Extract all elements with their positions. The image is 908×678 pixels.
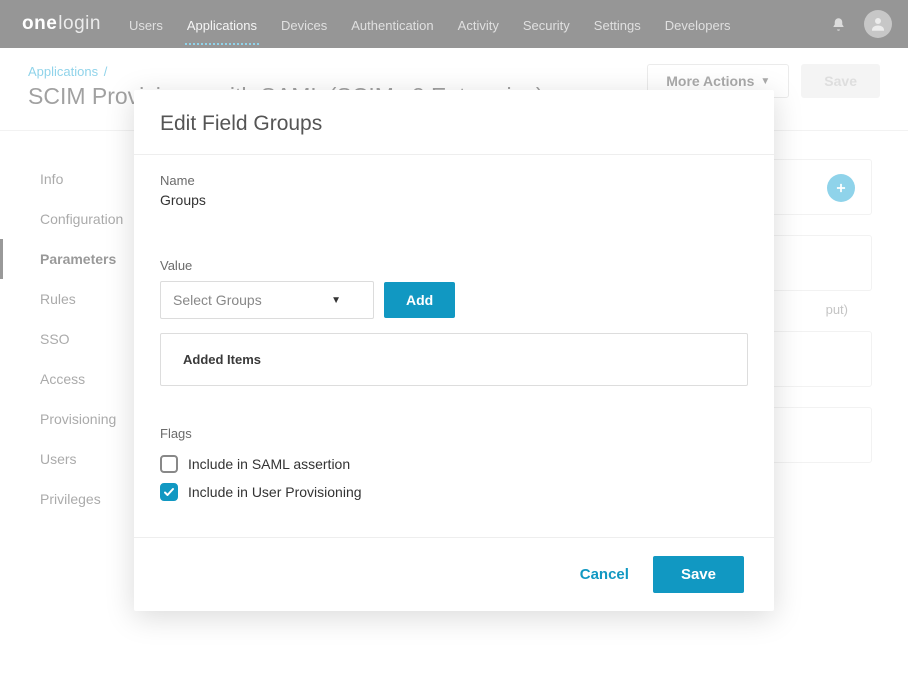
checkbox-provisioning[interactable]	[160, 483, 178, 501]
flags-label: Flags	[160, 426, 748, 441]
flag-prov-label: Include in User Provisioning	[188, 484, 362, 500]
flag-saml-label: Include in SAML assertion	[188, 456, 350, 472]
save-button[interactable]: Save	[653, 556, 744, 593]
cancel-button[interactable]: Cancel	[580, 566, 629, 583]
modal-body: Name Groups Value Select Groups ▼ Add Ad…	[134, 155, 774, 537]
modal-header: Edit Field Groups	[134, 90, 774, 155]
flag-prov-row[interactable]: Include in User Provisioning	[160, 483, 748, 501]
checkbox-saml[interactable]	[160, 455, 178, 473]
name-label: Name	[160, 173, 748, 188]
added-items: Added Items	[160, 333, 748, 386]
modal-footer: Cancel Save	[134, 537, 774, 611]
select-groups[interactable]: Select Groups ▼	[160, 281, 374, 319]
flag-saml-row[interactable]: Include in SAML assertion	[160, 455, 748, 473]
modal: Edit Field Groups Name Groups Value Sele…	[134, 90, 774, 611]
caret-down-icon: ▼	[331, 295, 341, 306]
modal-overlay: Edit Field Groups Name Groups Value Sele…	[0, 0, 908, 678]
added-items-title: Added Items	[183, 352, 261, 367]
modal-title: Edit Field Groups	[160, 112, 748, 136]
value-label: Value	[160, 258, 748, 273]
add-button-modal[interactable]: Add	[384, 282, 455, 318]
select-placeholder: Select Groups	[173, 292, 262, 308]
name-value: Groups	[160, 192, 748, 208]
